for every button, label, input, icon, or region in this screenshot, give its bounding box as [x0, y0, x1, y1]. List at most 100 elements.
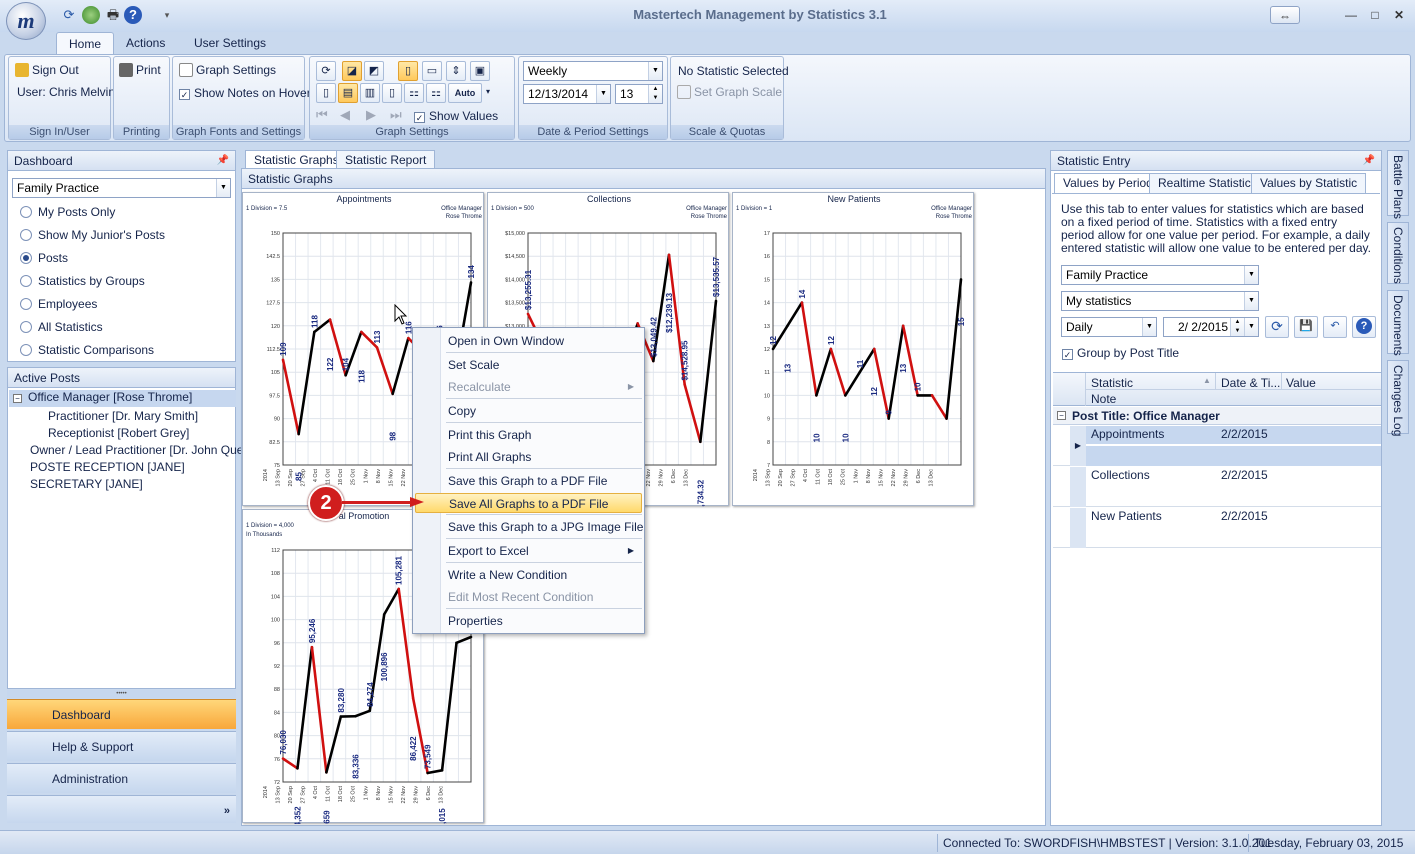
option-employees[interactable]: Employees [20, 297, 97, 311]
side-tab-battle-plans[interactable]: Battle Plans [1387, 150, 1409, 219]
printer-icon[interactable]: 🖶 [104, 6, 122, 24]
refresh-icon[interactable]: ⟳ [1265, 316, 1289, 338]
fit-page-icon[interactable]: ▣ [470, 61, 490, 81]
menu-print-this-graph[interactable]: Print this Graph [415, 425, 642, 445]
refresh-icon[interactable]: ⟳ [60, 6, 78, 24]
first-period-icon[interactable]: ⏮ [316, 107, 328, 123]
side-tab-changes-log[interactable]: Changes Log [1387, 360, 1409, 436]
tab-home[interactable]: Home [56, 32, 115, 54]
tab-statistic-report[interactable]: Statistic Report [336, 150, 436, 169]
menu-write-condition[interactable]: Write a New Condition [415, 565, 642, 585]
previous-period-icon[interactable]: ◀ [340, 107, 350, 123]
post-receptionist[interactable]: Receptionist [Robert Grey] [48, 426, 189, 440]
page-portrait-icon[interactable]: ▯ [398, 61, 418, 81]
restore-layout-icon[interactable]: ⇔ [1270, 6, 1300, 24]
help-icon[interactable]: ? [124, 6, 142, 24]
post-secretary[interactable]: SECRETARY [JANE] [30, 477, 143, 491]
graph-style-2-icon[interactable]: ◩ [364, 61, 384, 81]
menu-print-all-graphs[interactable]: Print All Graphs [415, 447, 642, 467]
layout-4-icon[interactable]: ▯ [382, 83, 402, 103]
pin-icon[interactable]: 📌 [1363, 151, 1375, 171]
table-row[interactable]: Collections 2/2/2015 [1053, 467, 1381, 507]
collapse-icon[interactable]: − [1057, 411, 1066, 420]
nav-help-support[interactable]: Help & Support [7, 731, 236, 761]
chevron-double-icon[interactable]: » [224, 796, 230, 826]
tab-values-by-period[interactable]: Values by Period [1054, 173, 1162, 193]
option-posts[interactable]: Posts [20, 251, 68, 265]
chart-new-patients[interactable]: New Patients 1 Division = 1 Office Manager… [732, 192, 974, 506]
graph-settings-button[interactable]: Graph Settings [179, 63, 276, 77]
next-period-icon[interactable]: ▶ [366, 107, 376, 123]
post-reception[interactable]: POSTE RECEPTION [JANE] [30, 460, 185, 474]
tab-realtime-statistics[interactable]: Realtime Statistics [1149, 173, 1266, 193]
layout-3-icon[interactable]: ▥ [360, 83, 380, 103]
menu-copy[interactable]: Copy [415, 401, 642, 421]
side-tab-conditions[interactable]: Conditions [1387, 222, 1409, 284]
show-notes-checkbox[interactable]: ✓ Show Notes on Hover [179, 86, 311, 100]
column-value[interactable]: Value [1286, 376, 1316, 390]
entry-practice-select[interactable]: Family Practice ▼ [1061, 265, 1259, 285]
column-note[interactable]: Note [1091, 392, 1116, 406]
table-row[interactable]: ▶ Appointments 2/2/2015 [1053, 426, 1381, 466]
nav-administration[interactable]: Administration [7, 763, 236, 793]
menu-export-excel[interactable]: Export to Excel ▶ [415, 541, 642, 561]
layout-5-icon[interactable]: ⚏ [404, 83, 424, 103]
tab-actions[interactable]: Actions [114, 32, 177, 54]
option-all-statistics[interactable]: All Statistics [20, 320, 103, 334]
set-graph-scale-button[interactable]: Set Graph Scale [677, 85, 782, 99]
show-values-checkbox[interactable]: ✓ Show Values [414, 109, 498, 123]
app-logo[interactable]: m [6, 2, 46, 40]
entry-period-select[interactable]: Daily ▼ [1061, 317, 1157, 337]
nav-dashboard[interactable]: Dashboard [7, 699, 236, 729]
layout-2-icon[interactable]: ▤ [338, 83, 358, 103]
tab-statistic-graphs[interactable]: Statistic Graphs [245, 150, 348, 169]
auto-dropdown-icon[interactable]: ▾ [486, 87, 490, 96]
entry-stats-select[interactable]: My statistics ▼ [1061, 291, 1259, 311]
refresh-graph-icon[interactable]: ⟳ [316, 61, 336, 81]
page-landscape-icon[interactable]: ▭ [422, 61, 442, 81]
date-picker[interactable]: 12/13/2014 ▼ [523, 84, 611, 104]
layout-1-icon[interactable]: ▯ [316, 83, 336, 103]
save-icon[interactable]: 💾 [1294, 316, 1318, 338]
table-row[interactable]: New Patients 2/2/2015 [1053, 508, 1381, 548]
period-count-stepper[interactable]: 13 ▲ ▼ [615, 84, 663, 104]
last-period-icon[interactable]: ⏭ [390, 107, 402, 123]
option-statistics-by-groups[interactable]: Statistics by Groups [20, 274, 145, 288]
practice-select[interactable]: Family Practice ▼ [12, 178, 231, 198]
menu-recalculate[interactable]: Recalculate ▶ [415, 377, 642, 397]
option-statistic-comparisons[interactable]: Statistic Comparisons [20, 343, 154, 357]
maximize-button[interactable]: □ [1364, 6, 1386, 24]
period-select[interactable]: Weekly ▼ [523, 61, 663, 81]
option-my-posts[interactable]: My Posts Only [20, 205, 115, 219]
tab-values-by-statistic[interactable]: Values by Statistic [1251, 173, 1367, 193]
close-button[interactable]: ✕ [1388, 6, 1410, 24]
entry-date-picker[interactable]: 2/ 2/2015 ▲ ▼ ▼ [1163, 317, 1259, 337]
grid-group-row[interactable]: − Post Title: Office Manager [1053, 407, 1381, 425]
menu-set-scale[interactable]: Set Scale [415, 355, 642, 375]
post-owner[interactable]: Owner / Lead Practitioner [Dr. John Que] [30, 443, 247, 457]
globe-icon[interactable] [82, 6, 100, 24]
menu-save-graph-pdf[interactable]: Save this Graph to a PDF File [415, 471, 642, 491]
tab-user-settings[interactable]: User Settings [182, 32, 278, 54]
fit-height-icon[interactable]: ⇕ [446, 61, 466, 81]
quick-access-dropdown-icon[interactable]: ▾ [158, 6, 176, 24]
sign-out-button[interactable]: Sign Out [15, 63, 79, 77]
column-date[interactable]: Date & Ti... [1221, 376, 1280, 390]
collapse-icon[interactable]: − [13, 394, 22, 403]
menu-edit-condition[interactable]: Edit Most Recent Condition [415, 587, 642, 607]
group-by-post-checkbox[interactable]: ✓ Group by Post Title [1062, 346, 1179, 360]
minimize-button[interactable]: — [1340, 6, 1362, 24]
pin-icon[interactable]: 📌 [217, 151, 229, 171]
layout-6-icon[interactable]: ⚏ [426, 83, 446, 103]
option-juniors-posts[interactable]: Show My Junior's Posts [20, 228, 165, 242]
post-office-manager[interactable]: − Office Manager [Rose Throme] [9, 390, 236, 407]
menu-open-own-window[interactable]: Open in Own Window [415, 331, 642, 351]
side-tab-documents[interactable]: Documents [1387, 290, 1409, 356]
menu-save-all-graphs-pdf[interactable]: Save All Graphs to a PDF File [415, 493, 642, 513]
menu-save-graph-jpg[interactable]: Save this Graph to a JPG Image File [415, 517, 643, 537]
column-statistic[interactable]: Statistic [1091, 376, 1133, 390]
menu-properties[interactable]: Properties [415, 611, 642, 631]
graph-style-1-icon[interactable]: ◪ [342, 61, 362, 81]
auto-scale-button[interactable]: Auto [448, 83, 482, 103]
help-icon[interactable]: ? [1352, 316, 1376, 338]
